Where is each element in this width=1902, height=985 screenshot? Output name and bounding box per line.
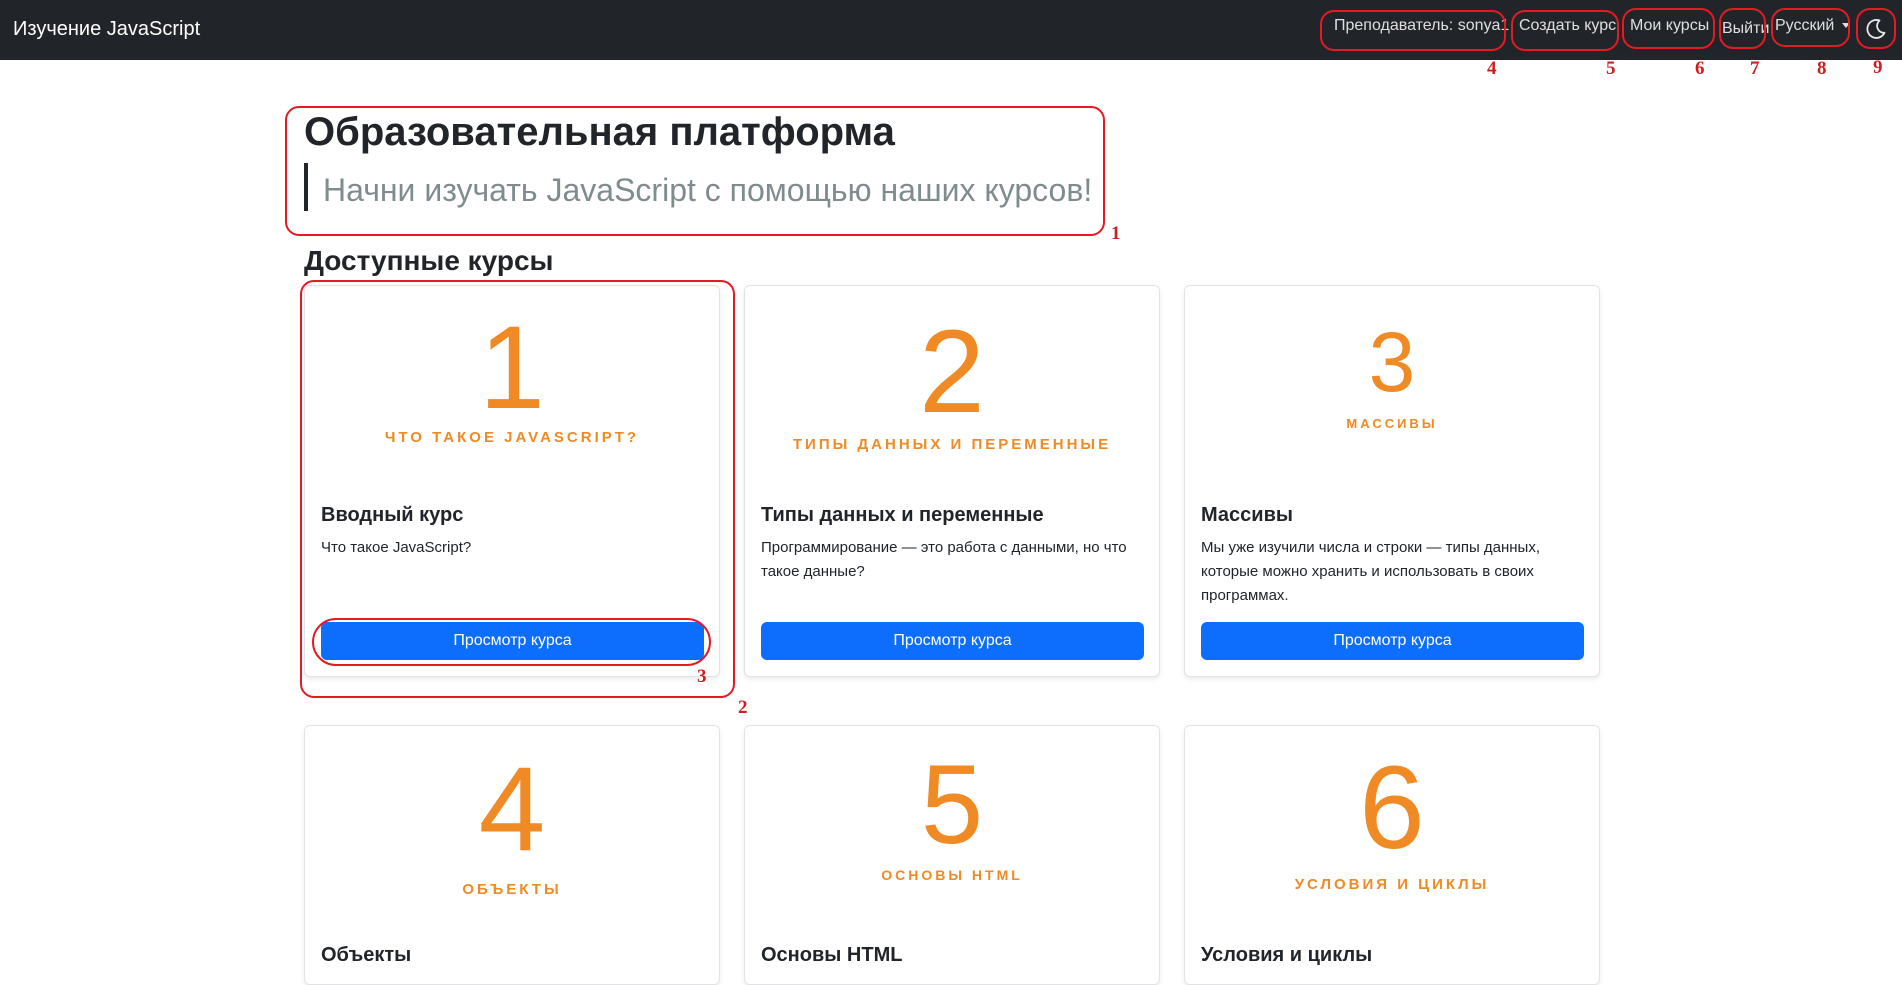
poster-number: 5 <box>920 742 984 867</box>
annotation-label-1: 1 <box>1111 223 1121 244</box>
annotation-box-6 <box>1622 8 1715 49</box>
annotation-box-5 <box>1511 10 1619 51</box>
annotation-label-6: 6 <box>1695 58 1705 79</box>
annotation-box-3 <box>312 618 711 666</box>
poster-number: 6 <box>1359 742 1425 874</box>
course-title: Условия и циклы <box>1201 944 1373 966</box>
poster-caption: ОБЪЕКТЫ <box>462 881 562 898</box>
annotation-box-9 <box>1856 8 1896 49</box>
poster-number: 4 <box>478 742 546 876</box>
poster-caption: УСЛОВИЯ И ЦИКЛЫ <box>1294 876 1490 893</box>
course-title: Основы HTML <box>761 944 903 966</box>
annotation-box-8 <box>1771 8 1850 47</box>
poster-caption: ОСНОВЫ HTML <box>881 867 1023 883</box>
course-title: Объекты <box>321 944 412 966</box>
brand-link[interactable]: Изучение JavaScript <box>13 18 200 41</box>
annotation-label-5: 5 <box>1606 58 1616 79</box>
annotation-label-4: 4 <box>1487 58 1497 79</box>
poster-number: 3 <box>1368 315 1416 409</box>
poster-number: 2 <box>919 306 985 438</box>
annotation-label-2: 2 <box>738 697 748 718</box>
annotation-label-7: 7 <box>1750 58 1760 79</box>
annotation-box-4 <box>1320 10 1506 51</box>
view-course-button[interactable]: Просмотр курса <box>761 622 1144 660</box>
annotation-label-9: 9 <box>1873 57 1883 78</box>
course-card: 5 ОСНОВЫ HTML Основы HTML <box>744 725 1160 985</box>
poster-caption: МАССИВЫ <box>1346 416 1438 431</box>
course-card: 6 УСЛОВИЯ И ЦИКЛЫ Условия и циклы <box>1184 725 1600 985</box>
annotation-box-7 <box>1719 8 1766 49</box>
course-card: 3 МАССИВЫ Массивы Мы уже изучили числа и… <box>1184 285 1600 677</box>
course-card: 4 ОБЪЕКТЫ Объекты <box>304 725 720 985</box>
view-course-button[interactable]: Просмотр курса <box>1201 622 1584 660</box>
course-description: Программирование — это работа с данными,… <box>761 539 1127 580</box>
course-card: 2 ТИПЫ ДАННЫХ И ПЕРЕМЕННЫЕ Типы данных и… <box>744 285 1160 677</box>
annotation-label-3: 3 <box>697 666 707 687</box>
section-title: Доступные курсы <box>304 245 554 276</box>
annotation-label-8: 8 <box>1817 58 1827 79</box>
annotation-box-1 <box>285 106 1105 236</box>
course-description: Мы уже изучили числа и строки — типы дан… <box>1201 539 1541 604</box>
poster-caption: ТИПЫ ДАННЫХ И ПЕРЕМЕННЫЕ <box>792 436 1112 453</box>
course-title: Типы данных и переменные <box>761 504 1044 526</box>
course-title: Массивы <box>1201 504 1293 526</box>
